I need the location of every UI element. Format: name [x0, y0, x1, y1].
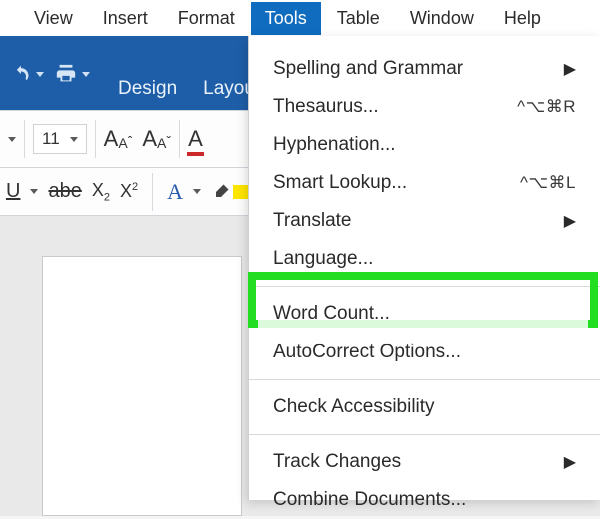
grow-font-button[interactable]: AAˆ: [104, 126, 133, 152]
chevron-down-icon[interactable]: [8, 137, 16, 142]
menubar-item-help[interactable]: Help: [490, 2, 555, 35]
undo-button[interactable]: [10, 64, 44, 84]
menu-item-label: AutoCorrect Options...: [273, 341, 461, 363]
superscript-base: X: [120, 181, 132, 201]
letter-large: A: [104, 126, 119, 151]
submenu-arrow-icon: ▶: [564, 59, 576, 79]
menu-item-spelling-grammar[interactable]: Spelling and Grammar ▶: [249, 50, 600, 88]
menu-item-label: Smart Lookup...: [273, 172, 407, 194]
print-button[interactable]: [54, 63, 90, 85]
app-menubar: View Insert Format Tools Table Window He…: [0, 0, 600, 36]
menu-item-thesaurus[interactable]: Thesaurus... ^⌥⌘R: [249, 88, 600, 126]
subscript-num: 2: [104, 191, 110, 203]
letter-large: A: [142, 126, 157, 151]
menubar-item-tools[interactable]: Tools: [251, 2, 321, 35]
menu-separator: [249, 379, 600, 380]
font-size-select[interactable]: 11: [33, 124, 87, 154]
menubar-item-insert[interactable]: Insert: [89, 2, 162, 35]
menu-item-combine-documents[interactable]: Combine Documents...: [249, 481, 600, 519]
toolbar-divider: [179, 120, 180, 158]
quick-access-toolbar: [10, 61, 90, 85]
font-color-button[interactable]: A: [188, 126, 203, 152]
menu-item-shortcut: ^⌥⌘R: [517, 97, 576, 117]
undo-icon: [10, 64, 32, 84]
subscript-base: X: [92, 180, 104, 200]
underline-button[interactable]: U: [6, 180, 20, 203]
text-effects-button[interactable]: A: [167, 179, 183, 205]
menu-item-smart-lookup[interactable]: Smart Lookup... ^⌥⌘L: [249, 164, 600, 202]
submenu-arrow-icon: ▶: [564, 452, 576, 472]
toolbar-divider: [152, 173, 153, 211]
font-color-glyph: A: [188, 126, 203, 152]
superscript-num: 2: [132, 181, 138, 193]
superscript-button[interactable]: X2: [120, 181, 138, 202]
letter-small: A: [157, 135, 166, 151]
menu-separator: [249, 434, 600, 435]
chevron-down-icon: [36, 72, 44, 77]
menubar-item-table[interactable]: Table: [323, 2, 394, 35]
menu-item-label: Thesaurus...: [273, 96, 379, 118]
chevron-down-icon[interactable]: [30, 189, 38, 194]
menu-item-label: Check Accessibility: [273, 396, 435, 418]
menu-item-hyphenation[interactable]: Hyphenation...: [249, 126, 600, 164]
menu-item-label: Combine Documents...: [273, 489, 466, 511]
menu-item-word-count[interactable]: Word Count...: [249, 295, 600, 333]
menu-separator: [249, 286, 600, 287]
menu-item-label: Language...: [273, 248, 373, 270]
letter-small: A: [118, 135, 127, 151]
chevron-down-icon: ˇ: [166, 133, 171, 149]
strikethrough-button[interactable]: abe: [48, 180, 81, 203]
highlighter-icon: [211, 182, 231, 202]
print-icon: [54, 63, 78, 85]
ribbon-tab-design[interactable]: Design: [118, 78, 177, 100]
document-page[interactable]: [42, 256, 242, 516]
chevron-down-icon: [82, 72, 90, 77]
menu-item-label: Hyphenation...: [273, 134, 396, 156]
menu-item-label: Translate: [273, 210, 352, 232]
shrink-font-button[interactable]: AAˇ: [142, 126, 171, 152]
menubar-item-view[interactable]: View: [20, 2, 87, 35]
tools-dropdown-menu: Spelling and Grammar ▶ Thesaurus... ^⌥⌘R…: [248, 36, 600, 500]
font-size-value: 11: [42, 129, 60, 149]
subscript-button[interactable]: X2: [92, 180, 110, 204]
menu-item-shortcut: ^⌥⌘L: [520, 173, 576, 193]
menu-item-translate[interactable]: Translate ▶: [249, 202, 600, 240]
menu-item-label: Spelling and Grammar: [273, 58, 463, 80]
menubar-item-window[interactable]: Window: [396, 2, 488, 35]
menu-item-track-changes[interactable]: Track Changes ▶: [249, 443, 600, 481]
chevron-down-icon[interactable]: [193, 189, 201, 194]
menu-item-check-accessibility[interactable]: Check Accessibility: [249, 388, 600, 426]
menubar-item-format[interactable]: Format: [164, 2, 249, 35]
menu-item-label: Track Changes: [273, 451, 401, 473]
menu-item-autocorrect[interactable]: AutoCorrect Options...: [249, 333, 600, 371]
toolbar-divider: [24, 120, 25, 158]
menu-item-language[interactable]: Language...: [249, 240, 600, 278]
menu-item-label: Word Count...: [273, 303, 390, 325]
chevron-up-icon: ˆ: [128, 133, 133, 149]
submenu-arrow-icon: ▶: [564, 211, 576, 231]
toolbar-divider: [95, 120, 96, 158]
chevron-down-icon: [70, 137, 78, 142]
